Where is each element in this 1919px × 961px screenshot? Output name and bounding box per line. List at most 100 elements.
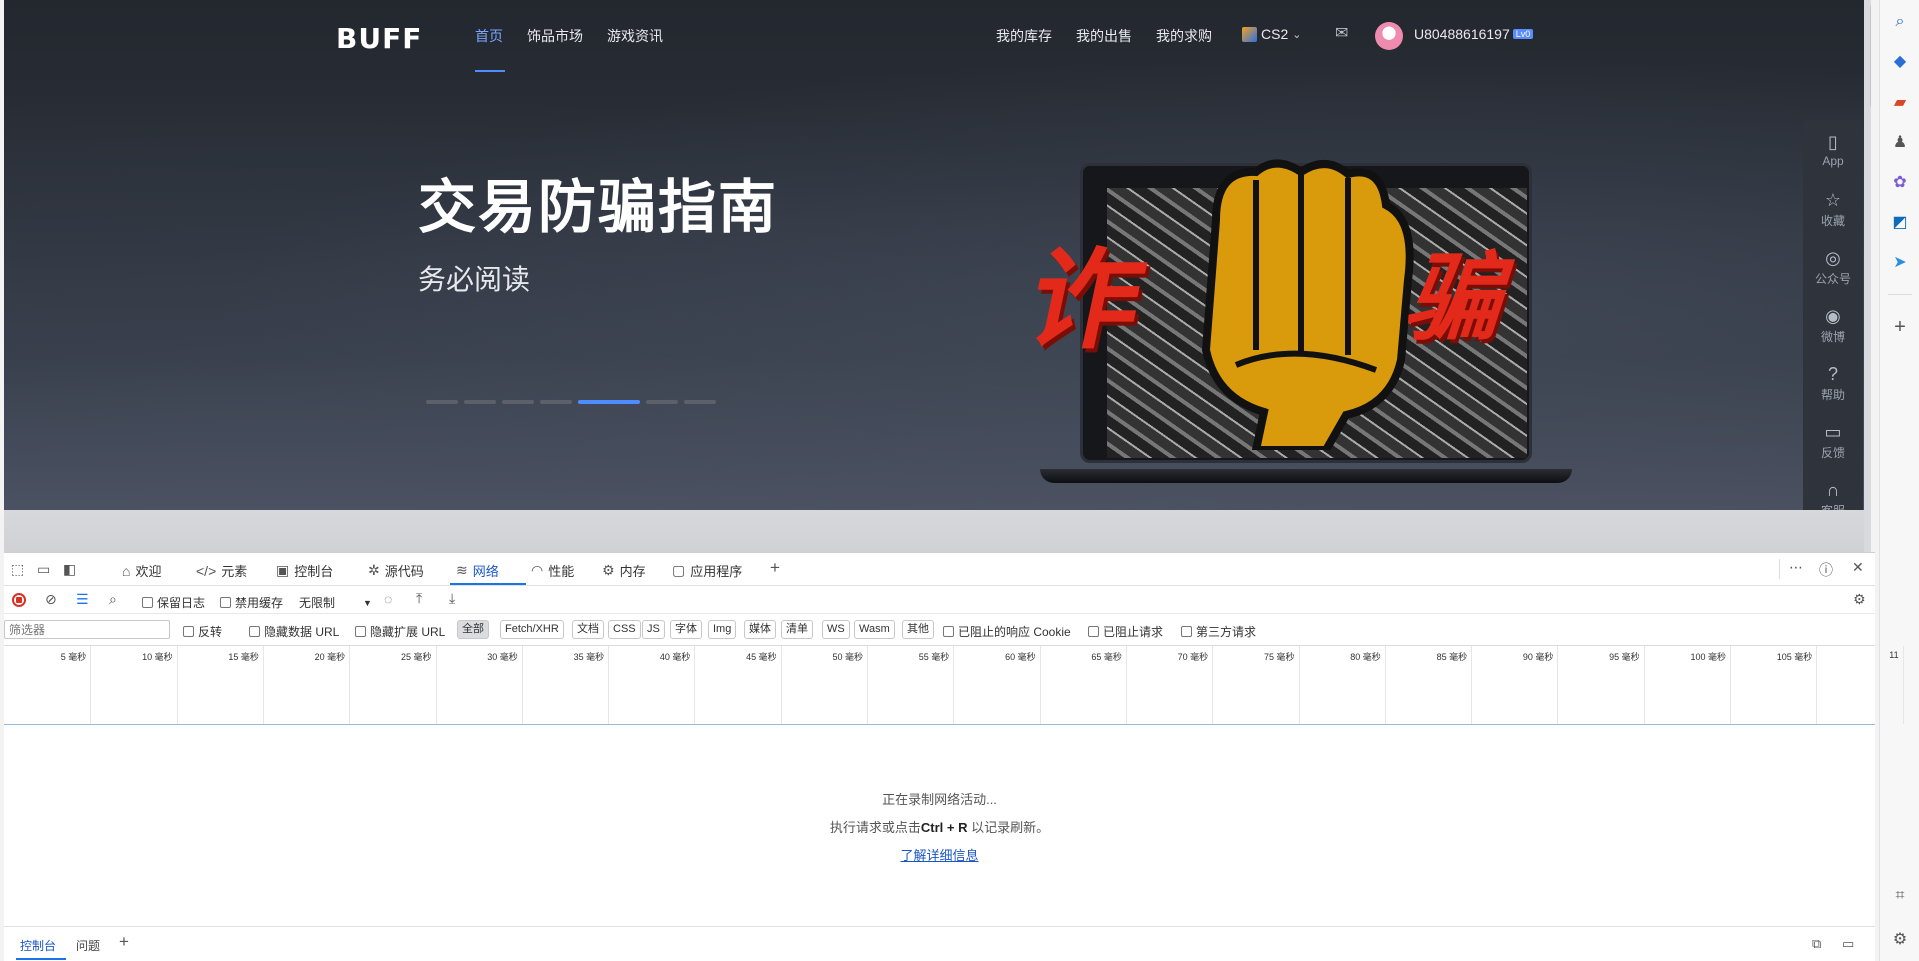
resource-type-chip[interactable]: Img — [708, 620, 737, 639]
level-badge: Lv0 — [1512, 29, 1534, 39]
outlook-icon[interactable]: ◩ — [1889, 212, 1911, 234]
drawer-tab-issues[interactable]: 问题 — [76, 937, 100, 954]
resource-type-chip[interactable]: CSS — [608, 620, 641, 639]
blocked-requests-checkbox[interactable]: 已阻止请求 — [1088, 623, 1163, 640]
third-party-checkbox[interactable]: 第三方请求 — [1181, 623, 1256, 640]
export-har-icon[interactable]: ⤓ — [449, 590, 455, 607]
carousel-dot[interactable] — [502, 400, 534, 404]
disable-cache-checkbox[interactable]: 禁用缓存 — [220, 594, 283, 611]
timeline-gridline — [1816, 646, 1818, 724]
resource-type-chip[interactable]: JS — [642, 620, 665, 639]
side-panel-item[interactable]: ▯ App — [1803, 124, 1863, 182]
nav-buying[interactable]: 我的求购 — [1156, 26, 1212, 46]
drawer-tab-console[interactable]: 控制台 — [20, 937, 56, 954]
resource-type-chip[interactable]: 字体 — [670, 620, 702, 639]
network-settings-icon[interactable]: ⚙ — [1853, 591, 1866, 608]
hide-extension-urls-checkbox[interactable]: 隐藏扩展 URL — [355, 623, 445, 640]
resource-type-chip[interactable]: Fetch/XHR — [500, 620, 564, 639]
carousel-dot[interactable] — [578, 400, 640, 404]
devtools-tab[interactable]: ▣ 控制台 — [276, 561, 333, 580]
cs2-icon — [1242, 26, 1257, 42]
filter-input[interactable] — [4, 620, 170, 639]
learn-more-link[interactable]: 了解详细信息 — [900, 848, 978, 863]
timeline-tick-label: 100 毫秒 — [1690, 652, 1726, 662]
side-panel-item[interactable]: ☆ 收藏 — [1803, 182, 1863, 240]
nav-inventory[interactable]: 我的库存 — [996, 26, 1052, 46]
side-panel-item[interactable]: ◉ 微博 — [1803, 298, 1863, 356]
help-icon[interactable]: ⓘ — [1819, 560, 1833, 580]
record-button[interactable] — [12, 593, 26, 607]
carousel-dot[interactable] — [540, 400, 572, 404]
game-selector[interactable]: CS2 ⌄ — [1242, 26, 1301, 42]
close-drawer-icon[interactable]: ▭ — [1842, 936, 1854, 952]
devtools-tab[interactable]: ◠ 性能 — [531, 561, 574, 580]
screenshot-icon[interactable]: ⌗ — [1889, 885, 1911, 907]
hero-banner[interactable]: BUFF 首页 饰品市场 游戏资讯 我的库存 我的出售 我的求购 CS2 ⌄ ✉… — [4, 0, 1864, 510]
bug-icon: ✲ — [368, 562, 380, 578]
add-icon[interactable]: + — [1889, 316, 1911, 338]
devtools-tab[interactable]: ✲ 源代码 — [368, 561, 424, 580]
timeline-tick-label: 95 毫秒 — [1609, 652, 1640, 662]
preserve-log-checkbox[interactable]: 保留日志 — [142, 594, 205, 611]
sidebar-divider — [1888, 294, 1912, 295]
timeline-tick-label: 5 毫秒 — [60, 652, 87, 662]
invert-checkbox[interactable]: 反转 — [183, 623, 222, 640]
nav-news[interactable]: 游戏资讯 — [607, 26, 663, 46]
site-logo[interactable]: BUFF — [336, 22, 422, 55]
more-tabs-icon[interactable]: + — [770, 558, 780, 578]
resource-type-chip[interactable]: 其他 — [902, 620, 934, 639]
search-network-icon[interactable]: ⌕ — [109, 591, 117, 608]
devtools-tab[interactable]: ≋ 网络 — [456, 561, 499, 580]
side-panel-label: 微博 — [1820, 330, 1845, 344]
resource-type-chip[interactable]: 文档 — [572, 620, 604, 639]
nav-home[interactable]: 首页 — [475, 26, 503, 46]
device-toggle-icon[interactable]: ▭ — [37, 561, 50, 578]
blocked-cookies-checkbox[interactable]: 已阻止的响应 Cookie — [943, 623, 1071, 640]
network-conditions-icon[interactable]: ◌ — [384, 591, 392, 607]
side-panel-item[interactable]: ◎ 公众号 — [1803, 240, 1863, 298]
timeline-gridline — [694, 646, 696, 724]
search-icon[interactable]: ⌕ — [1889, 11, 1911, 33]
resource-type-chip[interactable]: 清单 — [781, 620, 813, 639]
user-menu[interactable]: U80488616197 Lv0 — [1414, 26, 1534, 42]
add-drawer-tab-icon[interactable]: + — [119, 932, 129, 952]
copilot-icon[interactable]: ✿ — [1889, 172, 1911, 194]
tag-icon[interactable]: ◆ — [1889, 51, 1911, 73]
network-overview-timeline[interactable]: 5 毫秒 10 毫秒 15 毫秒 20 毫秒 25 毫秒 30 毫秒 35 毫秒 40 毫秒 4… — [4, 645, 1904, 725]
carousel-dot[interactable] — [426, 400, 458, 404]
devtools-tab[interactable]: </> 元素 — [196, 561, 247, 580]
carousel-dot[interactable] — [464, 400, 496, 404]
avatar[interactable] — [1375, 22, 1403, 50]
devtools-tab[interactable]: ▢ 应用程序 — [672, 561, 742, 580]
import-har-icon[interactable]: ⤒ — [416, 590, 422, 607]
carousel-dot[interactable] — [646, 400, 678, 404]
settings-icon[interactable]: ⚙ — [1889, 929, 1911, 951]
resource-type-chip[interactable]: 全部 — [457, 620, 489, 639]
send-icon[interactable]: ➤ — [1889, 252, 1911, 274]
inspect-icon[interactable]: ⬚ — [11, 561, 24, 578]
nav-selling[interactable]: 我的出售 — [1076, 26, 1132, 46]
toolbox-icon[interactable]: ▰ — [1889, 92, 1911, 114]
resource-type-chip[interactable]: Wasm — [854, 620, 895, 639]
more-options-icon[interactable]: ⋯ — [1789, 559, 1803, 576]
clear-icon[interactable]: ⊘ — [45, 591, 57, 608]
undock-drawer-icon[interactable]: ⧉ — [1812, 936, 1821, 952]
devtools-tab[interactable]: ⌂ 欢迎 — [122, 561, 161, 580]
close-icon[interactable]: ✕ — [1852, 559, 1864, 576]
carousel-dot[interactable] — [684, 400, 716, 404]
page-scrollbar-thumb[interactable] — [1870, 4, 1871, 108]
devtools-tab[interactable]: ⚙ 内存 — [602, 561, 646, 580]
games-icon[interactable]: ♟ — [1889, 132, 1911, 154]
mail-icon[interactable]: ✉ — [1335, 23, 1348, 43]
side-panel-item[interactable]: ∩客服 — [1803, 472, 1863, 510]
timeline-tick-label: 45 毫秒 — [746, 652, 777, 662]
hide-data-urls-checkbox[interactable]: 隐藏数据 URL — [249, 623, 339, 640]
resource-type-chip[interactable]: WS — [822, 620, 850, 639]
side-panel-item[interactable]: ? 帮助 — [1803, 356, 1863, 414]
nav-market[interactable]: 饰品市场 — [527, 26, 583, 46]
filter-toggle-icon[interactable]: ☰ — [76, 591, 89, 608]
resource-type-chip[interactable]: 媒体 — [744, 620, 776, 639]
throttle-select[interactable]: 无限制 ▼ — [299, 594, 372, 611]
dock-icon[interactable]: ◧ — [63, 561, 76, 578]
side-panel-item[interactable]: ▭ 反馈 — [1803, 414, 1863, 472]
